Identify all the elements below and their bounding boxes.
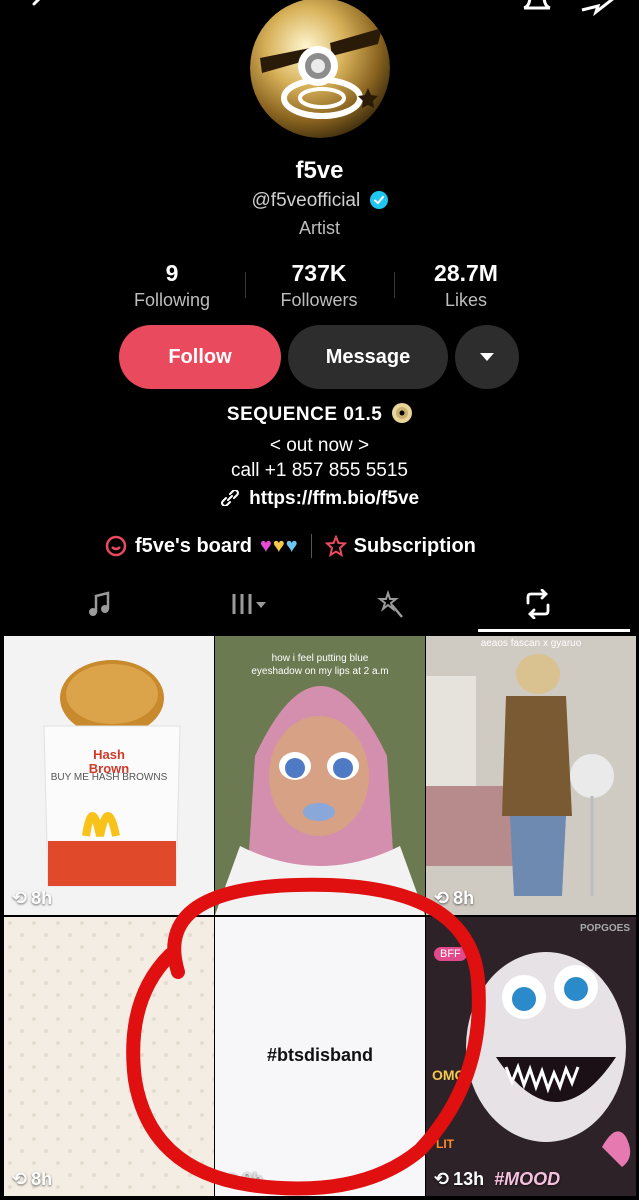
bio-title: SEQUENCE 01.5 — [226, 404, 383, 425]
link-icon — [220, 489, 239, 507]
active-tab-indicator — [478, 629, 630, 632]
followers-stat[interactable]: 737K Followers — [254, 260, 384, 311]
disc-icon — [392, 403, 413, 423]
verified-badge-icon — [369, 191, 388, 209]
caption-line: BFF — [434, 947, 467, 961]
share-icon[interactable] — [578, 0, 618, 16]
subscription-star-icon — [324, 535, 348, 557]
board-icon — [105, 535, 127, 557]
following-label: Following — [133, 290, 211, 310]
avatar[interactable] — [250, 0, 390, 138]
following-stat[interactable]: 9 Following — [107, 260, 237, 311]
stat-divider — [245, 272, 246, 298]
caption-line: LIT — [436, 1137, 454, 1151]
board-row: f5ve's board ♥♥♥ Subscription — [105, 532, 476, 560]
post-age: ⟲ 8h — [434, 888, 475, 908]
caret-down-icon — [480, 353, 494, 361]
likes-count: 28.7M — [434, 260, 498, 286]
music-note-icon — [89, 591, 110, 616]
caption-line: eyeshadow on my lips at 2 a.m — [251, 666, 389, 677]
caption-line: POPGOES — [579, 923, 630, 934]
bio-line: < out now > — [269, 435, 370, 456]
more-options-button[interactable] — [455, 325, 519, 389]
repost-small-icon: ⟲ — [434, 888, 450, 908]
board-separator — [310, 534, 312, 558]
profile-handle-row: @f5veofficial — [0, 190, 639, 212]
board-entry[interactable]: f5ve's board ♥♥♥ — [105, 535, 299, 558]
repost-small-icon: ⟲ — [223, 1169, 239, 1189]
video-thumbnail[interactable]: POPGOES BFF OMG LIT ⟲ 13h #MOOD — [426, 917, 636, 1196]
back-icon[interactable] — [26, 0, 52, 16]
profile-name: f5ve — [295, 157, 344, 184]
profile-category: Artist — [298, 218, 340, 238]
bio-title-row: SEQUENCE 01.5 — [0, 403, 639, 426]
video-thumbnail[interactable]: aeaos fascan x gyaruo ⟲ 8h — [426, 636, 636, 915]
post-age: ⟲ 13h #MOOD — [434, 1169, 561, 1189]
subscription-entry[interactable]: Subscription — [324, 535, 476, 558]
followers-label: Followers — [280, 290, 358, 310]
follow-button[interactable]: Follow — [119, 325, 281, 389]
post-age: ⟲ 9h — [223, 1169, 264, 1189]
dot-pattern-image — [4, 917, 214, 1196]
profile-handle: @f5veofficial — [251, 190, 361, 211]
board-label: f5ve's board — [135, 534, 253, 557]
caption-line: BUY ME HASH BROWNS — [50, 772, 168, 783]
repost-small-icon: ⟲ — [12, 1169, 28, 1189]
room-photo-image — [426, 636, 636, 915]
video-grid: Hash Brown BUY ME HASH BROWNS ⟲ 8h how i… — [0, 634, 639, 1200]
repost-small-icon: ⟲ — [12, 888, 28, 908]
videos-grid-dropdown-icon — [232, 594, 266, 614]
tab-music[interactable] — [20, 578, 180, 630]
repost-icon — [526, 589, 550, 619]
tab-videos[interactable] — [168, 578, 328, 630]
bell-icon[interactable] — [520, 0, 554, 16]
post-age: ⟲ 8h — [12, 1169, 53, 1189]
hearts-icon: ♥♥♥ — [260, 534, 299, 557]
caption-line: #btsdisband — [266, 1045, 373, 1065]
bio-link-text: https://ffm.bio/f5ve — [249, 488, 420, 509]
video-thumbnail[interactable]: #btsdisband ⟲ 9h — [215, 917, 425, 1196]
caption-line: aeaos fascan x gyaruo — [480, 638, 582, 649]
message-button[interactable]: Message — [288, 325, 448, 389]
likes-stat[interactable]: 28.7M Likes — [401, 260, 531, 311]
bio-line: call +1 857 855 5515 — [231, 460, 408, 481]
stat-divider — [394, 272, 395, 298]
caption-line: Hash — [93, 747, 125, 762]
repost-small-icon: ⟲ — [434, 1169, 450, 1189]
post-age: ⟲ 8h — [12, 888, 53, 908]
caption-line: how i feel putting blue — [271, 653, 369, 664]
bio-link[interactable]: https://ffm.bio/f5ve — [0, 488, 639, 510]
video-thumbnail[interactable]: ⟲ 8h — [4, 917, 214, 1196]
magic-wand-icon — [377, 589, 403, 618]
following-count: 9 — [165, 260, 179, 286]
caption-line: OMG — [432, 1067, 466, 1083]
content-tabs — [0, 578, 639, 634]
followers-count: 737K — [291, 260, 347, 286]
likes-label: Likes — [444, 290, 488, 310]
caption-line: #MOOD — [494, 1169, 561, 1189]
tab-favorites[interactable] — [310, 578, 470, 630]
subscription-label: Subscription — [353, 534, 476, 557]
tab-reposts[interactable] — [458, 578, 618, 630]
video-thumbnail[interactable]: how i feel putting blue eyeshadow on my … — [215, 636, 425, 915]
video-thumbnail[interactable]: Hash Brown BUY ME HASH BROWNS ⟲ 8h — [4, 636, 214, 915]
